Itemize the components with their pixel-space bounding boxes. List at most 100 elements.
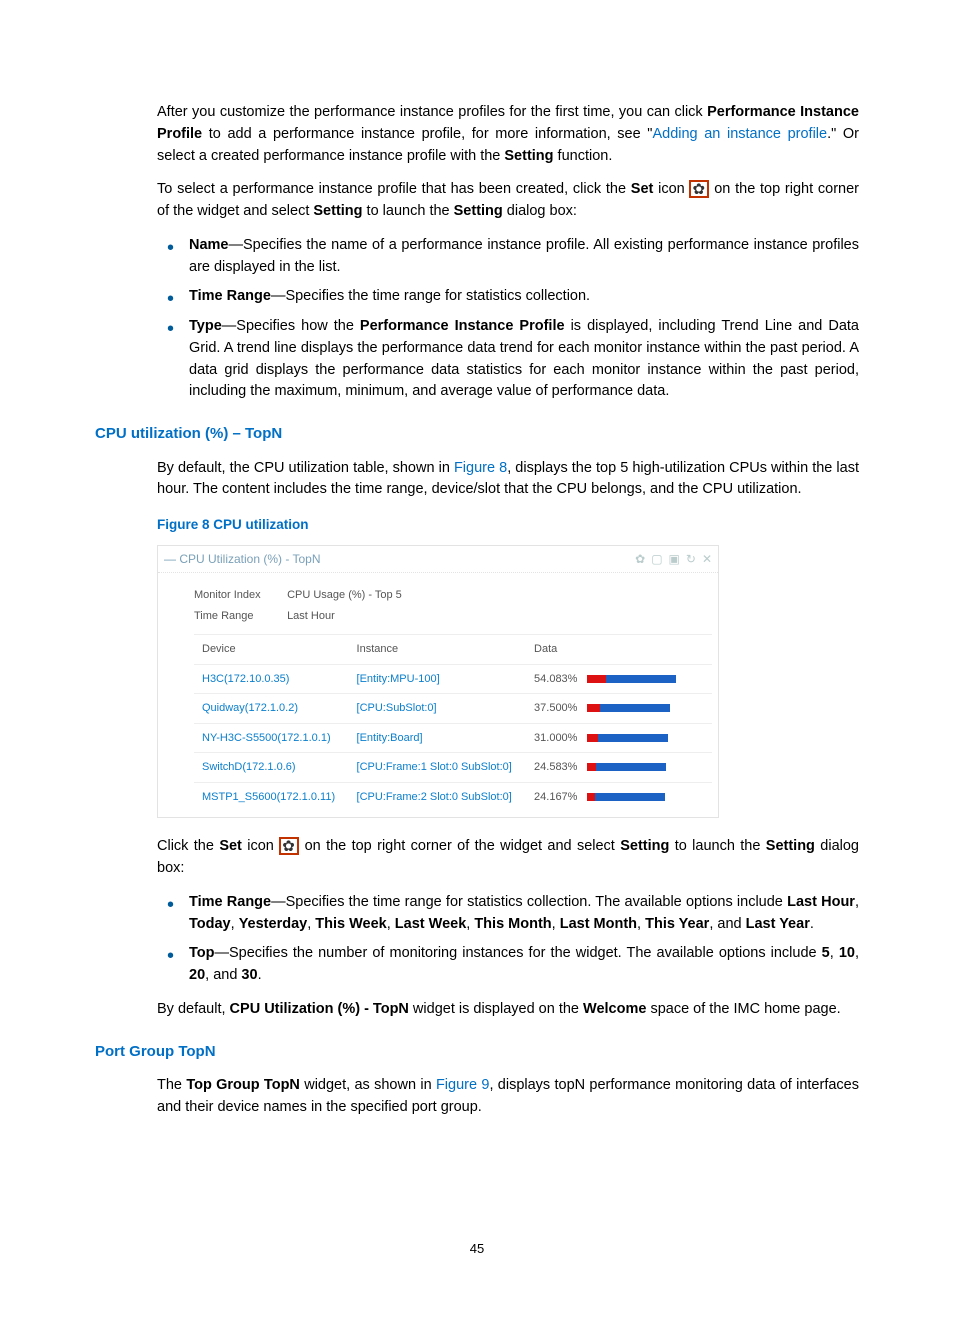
device-cell[interactable]: Quidway(172.1.0.2): [194, 694, 349, 724]
text: By default,: [157, 1001, 230, 1017]
bold: 20: [189, 967, 205, 983]
text: Click the: [157, 838, 219, 854]
bold: Performance Instance Profile: [360, 318, 565, 334]
text: icon: [653, 181, 689, 197]
bullet-list: Time Range—Specifies the time range for …: [157, 892, 859, 987]
device-cell[interactable]: H3C(172.10.0.35): [194, 664, 349, 694]
bold: Top Group TopN: [186, 1077, 300, 1093]
bold: Time Range: [189, 288, 271, 304]
figure-caption: Figure 8 CPU utilization: [157, 515, 859, 535]
data-cell: 31.000%: [526, 723, 712, 753]
text: widget is displayed on the: [409, 1001, 583, 1017]
table-row: MSTP1_S5600(172.1.0.11)[CPU:Frame:2 Slot…: [194, 782, 712, 811]
device-cell[interactable]: MSTP1_S5600(172.1.0.11): [194, 782, 349, 811]
col-data: Data: [526, 635, 712, 665]
text: .: [258, 967, 262, 983]
page-number: 45: [95, 1239, 859, 1259]
maximize-icon[interactable]: ▣: [669, 550, 680, 568]
bar-chart-icon: [587, 704, 697, 712]
text: on the top right corner of the widget an…: [299, 838, 620, 854]
table-row: SwitchD(172.1.0.6)[CPU:Frame:1 Slot:0 Su…: [194, 753, 712, 783]
bold: Time Range: [189, 894, 271, 910]
bold: Setting: [504, 148, 553, 164]
bullet-list: Name—Specifies the name of a performance…: [157, 235, 859, 403]
paragraph: By default, CPU Utilization (%) - TopN w…: [157, 999, 859, 1021]
data-cell: 37.500%: [526, 694, 712, 724]
text: space of the IMC home page.: [646, 1001, 840, 1017]
bar-chart-icon: [587, 675, 697, 683]
minimize-icon[interactable]: ▢: [651, 550, 662, 568]
col-instance: Instance: [349, 635, 527, 665]
text: —Specifies how the: [222, 318, 360, 334]
instance-cell[interactable]: [CPU:Frame:2 Slot:0 SubSlot:0]: [349, 782, 527, 811]
table-row: Quidway(172.1.0.2)[CPU:SubSlot:0]37.500%: [194, 694, 712, 724]
text: To select a performance instance profile…: [157, 181, 631, 197]
device-cell[interactable]: NY-H3C-S5500(172.1.0.1): [194, 723, 349, 753]
text: to launch the: [363, 203, 454, 219]
link-figure-9[interactable]: Figure 9: [436, 1077, 489, 1093]
text: function.: [554, 148, 613, 164]
label: Time Range: [194, 608, 284, 625]
bold: Set: [219, 838, 242, 854]
bar-chart-icon: [587, 793, 697, 801]
table-row: NY-H3C-S5500(172.1.0.1)[Entity:Board]31.…: [194, 723, 712, 753]
text: —Specifies the name of a performance ins…: [189, 237, 859, 275]
col-device: Device: [194, 635, 349, 665]
paragraph: The Top Group TopN widget, as shown in F…: [157, 1075, 859, 1119]
heading-cpu-utilization: CPU utilization (%) – TopN: [95, 423, 859, 446]
text: , and: [205, 967, 241, 983]
gear-icon[interactable]: ✿: [635, 550, 645, 568]
bold: 10: [839, 945, 855, 961]
bold: Name: [189, 237, 229, 253]
text: —Specifies the number of monitoring inst…: [215, 945, 822, 961]
instance-cell[interactable]: [Entity:MPU-100]: [349, 664, 527, 694]
bold: 30: [241, 967, 257, 983]
bold: Setting: [620, 838, 669, 854]
data-cell: 54.083%: [526, 664, 712, 694]
cpu-utilization-widget: — CPU Utilization (%) - TopN ✿ ▢ ▣ ↻ ✕ M…: [157, 545, 719, 818]
text: By default, the CPU utilization table, s…: [157, 460, 454, 476]
list-item: Top—Specifies the number of monitoring i…: [181, 943, 859, 987]
instance-cell[interactable]: [CPU:Frame:1 Slot:0 SubSlot:0]: [349, 753, 527, 783]
text: —Specifies the time range for statistics…: [271, 288, 590, 304]
bar-chart-icon: [587, 734, 697, 742]
bold: 5: [822, 945, 830, 961]
list-item: Time Range—Specifies the time range for …: [181, 286, 859, 308]
data-cell: 24.167%: [526, 782, 712, 811]
data-cell: 24.583%: [526, 753, 712, 783]
bold: Welcome: [583, 1001, 646, 1017]
instance-cell[interactable]: [Entity:Board]: [349, 723, 527, 753]
bold: CPU Utilization (%) - TopN: [230, 1001, 409, 1017]
bold: Type: [189, 318, 222, 334]
bold: Setting: [313, 203, 362, 219]
link-adding-instance-profile[interactable]: Adding an instance profile: [652, 126, 827, 142]
refresh-icon[interactable]: ↻: [686, 550, 696, 568]
bold: Top: [189, 945, 215, 961]
instance-cell[interactable]: [CPU:SubSlot:0]: [349, 694, 527, 724]
text: to launch the: [669, 838, 765, 854]
list-item: Type—Specifies how the Performance Insta…: [181, 316, 859, 403]
bar-chart-icon: [587, 763, 697, 771]
text: widget, as shown in: [300, 1077, 436, 1093]
text: .: [810, 916, 814, 932]
paragraph: To select a performance instance profile…: [157, 179, 859, 223]
value: CPU Usage (%) - Top 5: [287, 589, 402, 601]
bold: Setting: [766, 838, 815, 854]
table-row: H3C(172.10.0.35)[Entity:MPU-100]54.083%: [194, 664, 712, 694]
text: dialog box:: [503, 203, 577, 219]
bold: Setting: [454, 203, 503, 219]
gear-icon: [689, 180, 709, 198]
value: Last Hour: [287, 610, 335, 622]
bold: Set: [631, 181, 654, 197]
device-cell[interactable]: SwitchD(172.1.0.6): [194, 753, 349, 783]
meta-monitor-index: Monitor Index CPU Usage (%) - Top 5: [194, 587, 712, 604]
close-icon[interactable]: ✕: [702, 550, 712, 568]
meta-time-range: Time Range Last Hour: [194, 608, 712, 625]
paragraph: Click the Set icon on the top right corn…: [157, 836, 859, 880]
link-figure-8[interactable]: Figure 8: [454, 460, 507, 476]
paragraph: By default, the CPU utilization table, s…: [157, 458, 859, 502]
text: , and: [709, 916, 745, 932]
heading-port-group-topn: Port Group TopN: [95, 1041, 859, 1064]
bold: Last Year: [746, 916, 810, 932]
widget-title: — CPU Utilization (%) - TopN: [164, 550, 629, 568]
